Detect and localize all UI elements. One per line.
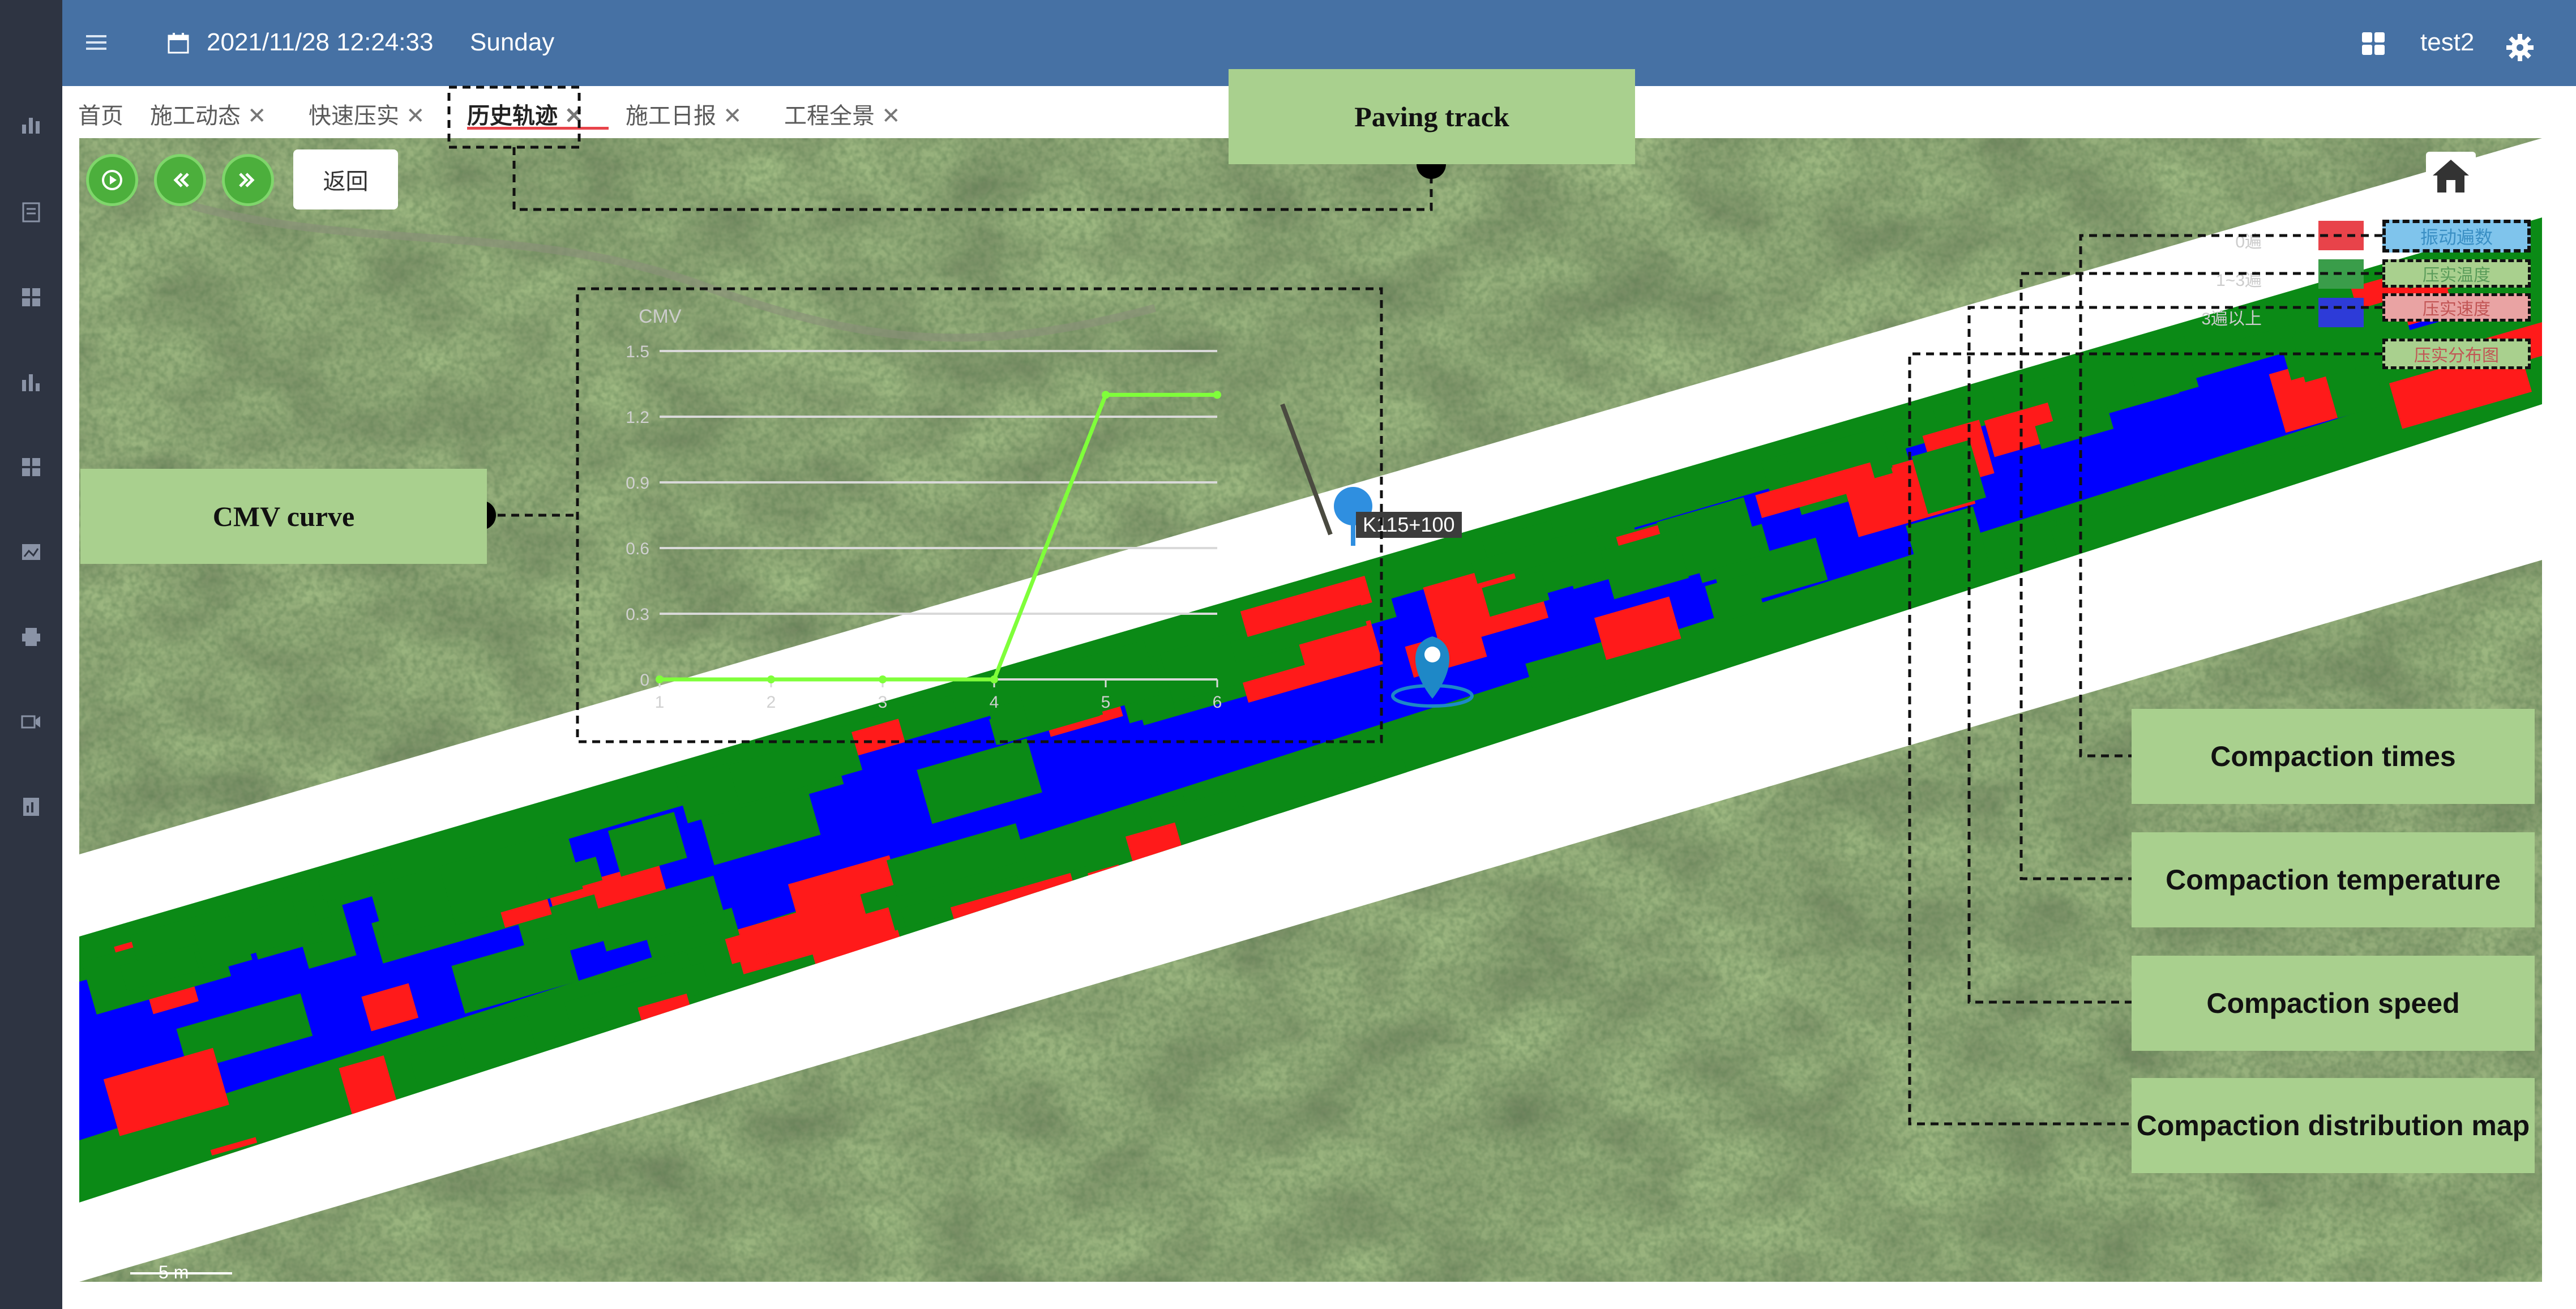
annotation-compaction-distribution-map: Compaction distribution map xyxy=(2132,1078,2535,1173)
annotation-compaction-times: Compaction times xyxy=(2132,709,2535,804)
annotation-cmv-curve: CMV curve xyxy=(80,469,487,564)
annotation-compaction-speed: Compaction speed xyxy=(2132,956,2535,1051)
annotation-paving-track: Paving track xyxy=(1229,69,1635,164)
annotation-compaction-temperature: Compaction temperature xyxy=(2132,832,2535,927)
